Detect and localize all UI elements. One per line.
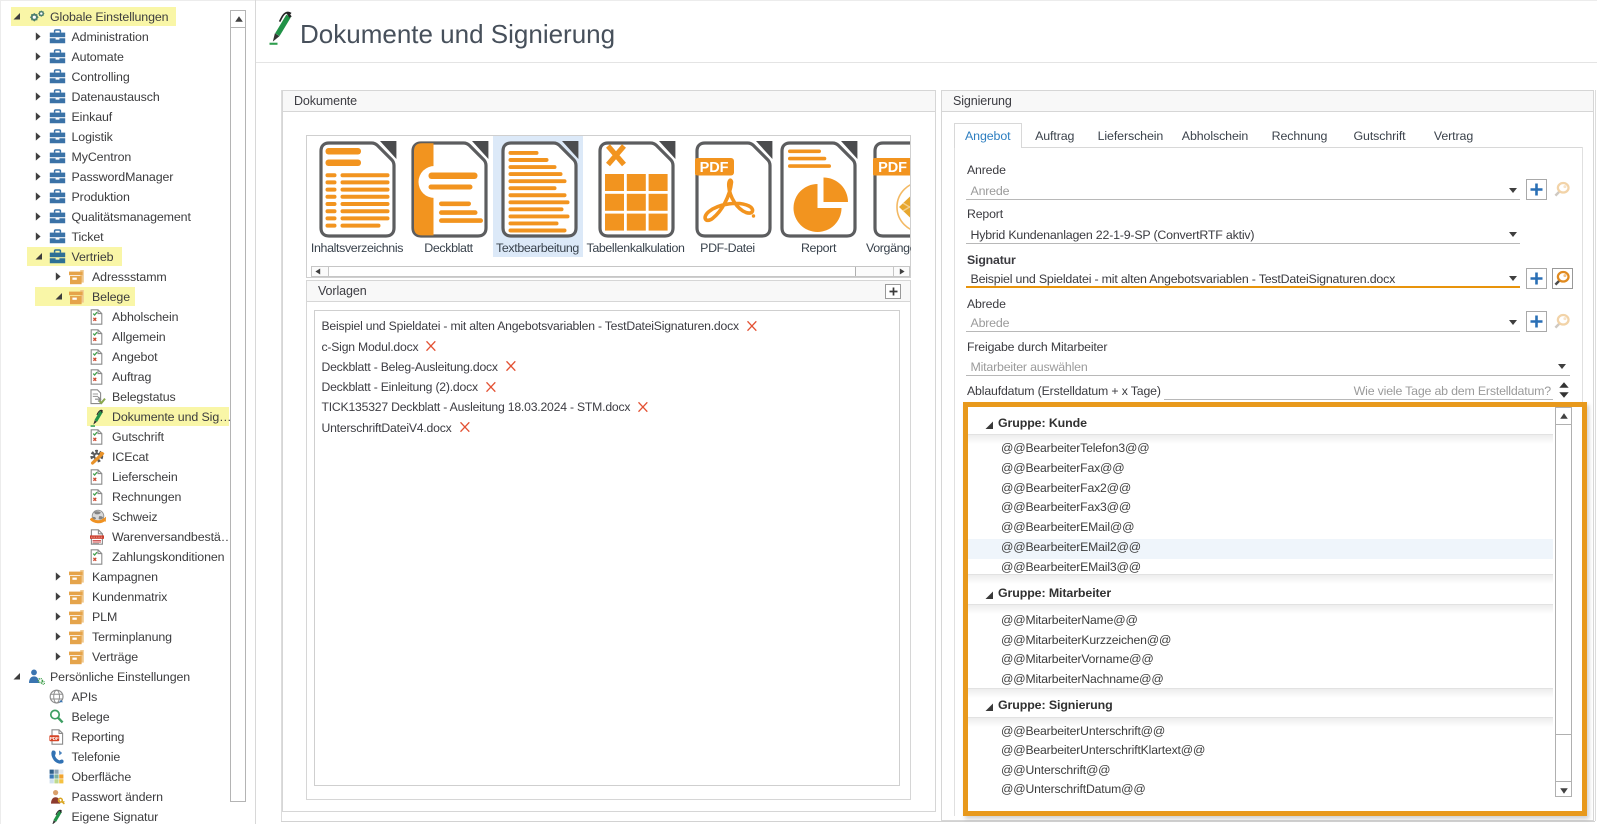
svg-text:PDF: PDF bbox=[878, 160, 907, 176]
svg-text:PDF: PDF bbox=[700, 160, 729, 176]
